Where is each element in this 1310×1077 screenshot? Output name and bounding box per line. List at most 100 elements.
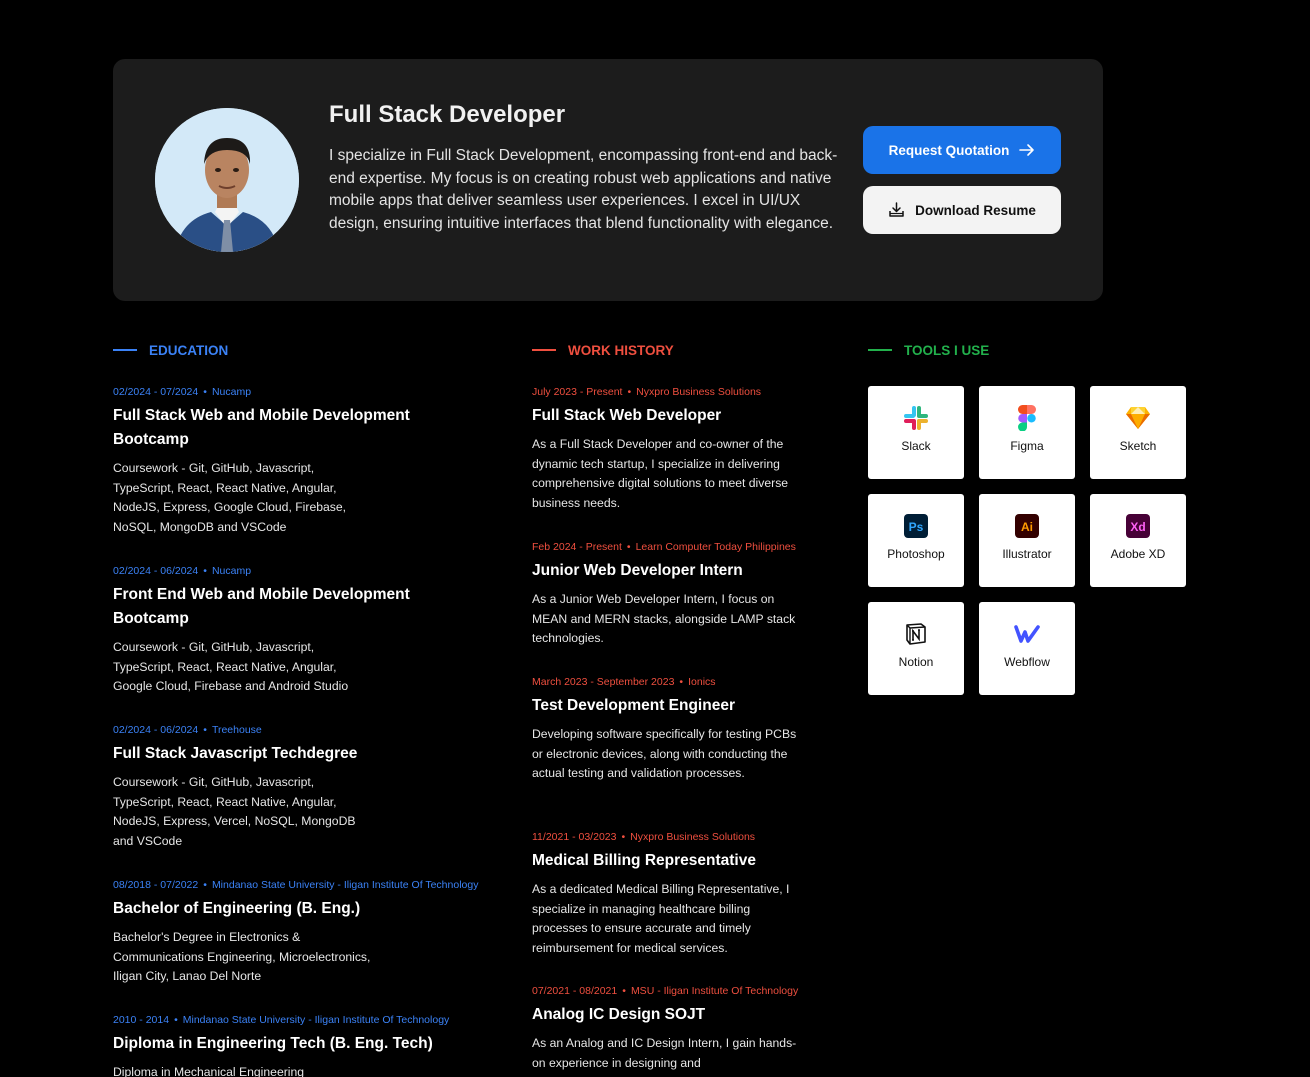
work-description: As an Analog and IC Design Intern, I gai… [532, 1036, 797, 1070]
work-org: Nyxpro Business Solutions [636, 386, 762, 398]
tool-card-webflow[interactable]: Webflow [979, 602, 1075, 695]
work-meta: 07/2021 - 08/2021 • MSU - Iligan Institute… [532, 985, 799, 997]
education-item: 02/2024 - 06/2024 • Treehouse Full Stack J… [113, 724, 533, 851]
work-org: Ionics [688, 676, 716, 688]
section-line [113, 349, 137, 351]
education-description: Coursework - Git, GitHub, Javascript, Ty… [113, 461, 347, 534]
tool-card-slack[interactable]: Slack [868, 386, 964, 479]
tool-card-adobe-xd[interactable]: Xd Adobe XD [1090, 494, 1186, 587]
adobe-xd-icon: Xd [1125, 513, 1151, 539]
education-item: 08/2018 - 07/2022 • Mindanao State Univers… [113, 879, 533, 987]
tool-card-notion[interactable]: Notion [868, 602, 964, 695]
education-description: Coursework - Git, GitHub, Javascript, Ty… [113, 775, 356, 848]
tool-card-figma[interactable]: Figma [979, 386, 1075, 479]
tool-card-photoshop[interactable]: Ps Photoshop [868, 494, 964, 587]
webflow-icon [1014, 621, 1040, 647]
work-org: MSU - Iligan Institute Of Technology [630, 985, 799, 997]
download-icon [888, 202, 905, 218]
education-date: 08/2018 - 07/2022 [113, 879, 199, 891]
tool-label: Slack [901, 439, 931, 453]
work-title: Test Development Engineer [532, 697, 735, 714]
slack-icon [903, 405, 929, 431]
education-org: Nucamp [211, 386, 252, 398]
work-description: As a Full Stack Developer and co-owner o… [532, 437, 789, 510]
tool-label: Notion [898, 655, 934, 669]
svg-text:Ps: Ps [909, 520, 924, 534]
figma-icon [1014, 405, 1040, 431]
svg-text:Ai: Ai [1021, 520, 1033, 534]
work-meta: 11/2021 - 03/2023 • Nyxpro Business Soluti… [532, 831, 756, 843]
request-quotation-label: Request Quotation [888, 142, 1010, 158]
work-description: Developing software specifically for tes… [532, 727, 797, 781]
education-heading: EDUCATION [113, 340, 523, 360]
education-title: Bachelor of Engineering (B. Eng.) [113, 900, 361, 917]
work-item: 07/2021 - 08/2021 • MSU - Iligan Institute… [532, 985, 952, 1073]
education-item: 02/2024 - 07/2024 • Nucamp Full Stack Web … [113, 386, 533, 537]
education-title: Full Stack Web and Mobile Development Bo… [113, 407, 410, 448]
work-org: Nyxpro Business Solutions [630, 831, 756, 843]
education-title: Full Stack Javascript Techdegree [113, 745, 358, 762]
section-line [532, 349, 556, 351]
sketch-icon [1125, 405, 1151, 431]
education-date: 02/2024 - 06/2024 [113, 565, 199, 577]
arrow-right-icon [1019, 143, 1035, 157]
work-title: Medical Billing Representative [532, 852, 756, 869]
education-title: Diploma in Engineering Tech (B. Eng. Tec… [113, 1035, 433, 1052]
education-meta: 02/2024 - 06/2024 • Treehouse [113, 724, 262, 736]
education-org: Nucamp [211, 565, 252, 577]
education-heading-label: EDUCATION [149, 342, 229, 358]
work-date: March 2023 - September 2023 [532, 676, 675, 688]
education-item: 2010 - 2014 • Mindanao State University - … [113, 1014, 533, 1077]
work-org: Learn Computer Today Philippines [635, 541, 796, 553]
education-org: Treehouse [211, 724, 262, 736]
work-title: Analog IC Design SOJT [532, 1006, 706, 1023]
photoshop-icon: Ps [903, 513, 929, 539]
education-meta: 2010 - 2014 • Mindanao State University - … [113, 1014, 450, 1026]
notion-icon [903, 621, 929, 647]
work-history-heading-label: WORK HISTORY [568, 342, 674, 358]
education-section: EDUCATION 02/2024 - 07/2024 • Nucamp Full … [113, 340, 523, 1077]
education-meta: 02/2024 - 06/2024 • Nucamp [113, 565, 252, 577]
education-date: 02/2024 - 06/2024 [113, 724, 199, 736]
education-org: Mindanao State University - Iligan Insti… [182, 1014, 450, 1026]
work-description: As a dedicated Medical Billing Represent… [532, 882, 790, 955]
work-item: 11/2021 - 03/2023 • Nyxpro Business Soluti… [532, 831, 952, 958]
tool-label: Sketch [1119, 439, 1157, 453]
tool-card-illustrator[interactable]: Ai Illustrator [979, 494, 1075, 587]
education-date: 02/2024 - 07/2024 [113, 386, 199, 398]
education-meta: 08/2018 - 07/2022 • Mindanao State Univers… [113, 879, 479, 891]
illustrator-icon: Ai [1014, 513, 1040, 539]
work-description: As a Junior Web Developer Intern, I focu… [532, 592, 796, 646]
education-org: Mindanao State University - Iligan Insti… [211, 879, 479, 891]
svg-text:Xd: Xd [1130, 520, 1145, 534]
work-history-heading: WORK HISTORY [532, 340, 852, 360]
tool-card-sketch[interactable]: Sketch [1090, 386, 1186, 479]
page-title: Full Stack Developer [329, 101, 566, 128]
education-description: Bachelor's Degree in Electronics & Commu… [113, 930, 371, 984]
tool-label: Illustrator [1002, 547, 1052, 561]
education-meta: 02/2024 - 07/2024 • Nucamp [113, 386, 252, 398]
tool-label: Adobe XD [1110, 547, 1166, 561]
tools-heading-label: TOOLS I USE [904, 342, 990, 358]
work-date: July 2023 - Present [532, 386, 623, 398]
avatar [155, 108, 299, 252]
education-description: Diploma in Mechanical Engineering [113, 1065, 305, 1077]
tools-heading: TOOLS I USE [868, 340, 1198, 360]
work-date: 07/2021 - 08/2021 [532, 985, 618, 997]
section-line [868, 349, 892, 351]
download-resume-button[interactable]: Download Resume [863, 186, 1061, 234]
tools-section: TOOLS I USE Slack Figma Sketch Ps Photos… [868, 340, 1198, 695]
education-description: Coursework - Git, GitHub, Javascript, Ty… [113, 640, 349, 694]
work-date: 11/2021 - 03/2023 [532, 831, 617, 843]
download-resume-label: Download Resume [915, 202, 1036, 218]
education-date: 2010 - 2014 [113, 1014, 170, 1026]
tool-label: Figma [1010, 439, 1044, 453]
request-quotation-button[interactable]: Request Quotation [863, 126, 1061, 174]
work-date: Feb 2024 - Present [532, 541, 622, 553]
tool-label: Webflow [1004, 655, 1050, 669]
profile-card: Full Stack Developer I specialize in Ful… [113, 59, 1103, 301]
education-item: 02/2024 - 06/2024 • Nucamp Front End Web a… [113, 565, 533, 697]
work-history-section: WORK HISTORY July 2023 - Present • Nyxpro … [532, 340, 852, 1070]
tool-label: Photoshop [887, 547, 945, 561]
profile-description: I specialize in Full Stack Development, … [329, 147, 838, 232]
